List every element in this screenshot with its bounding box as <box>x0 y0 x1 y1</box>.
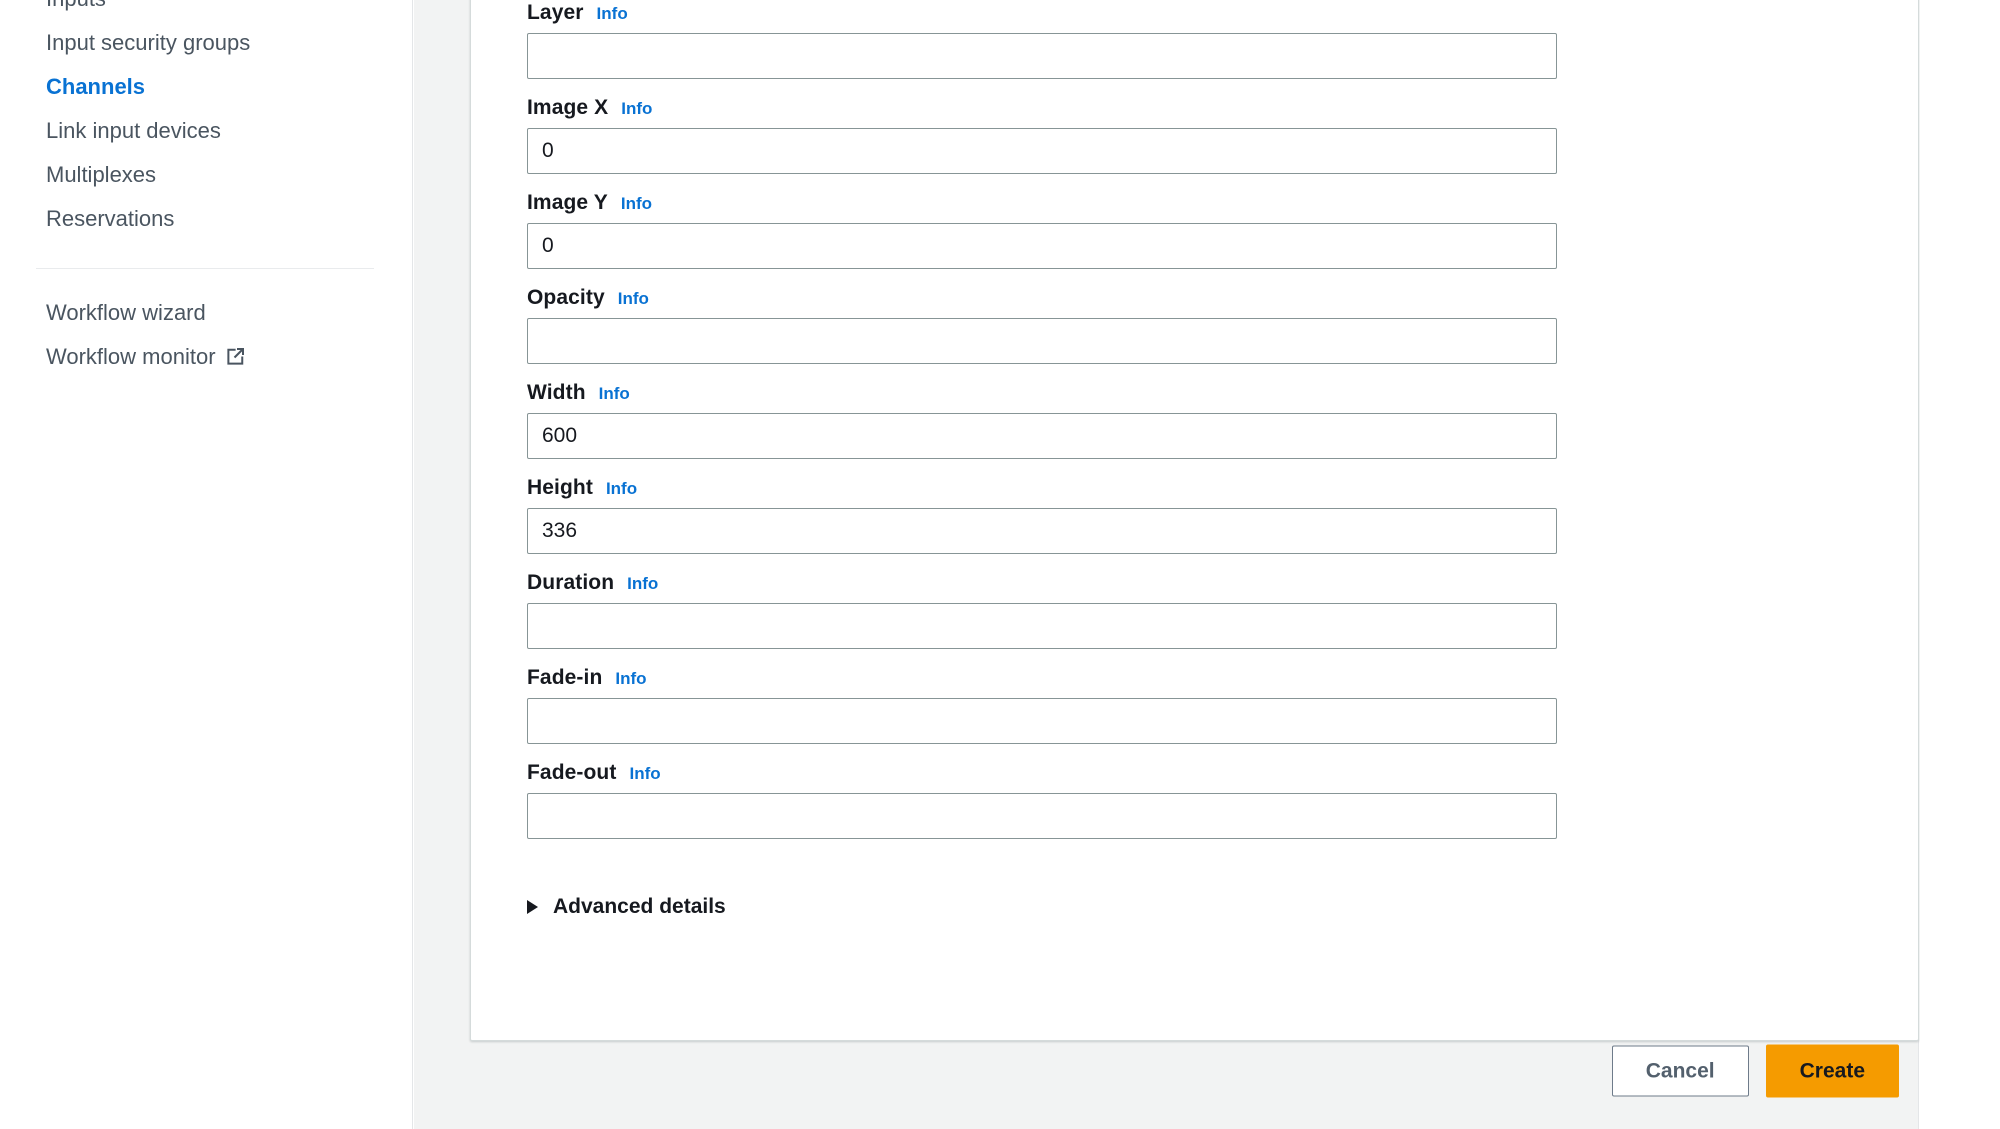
field-label-row: Fade-in Info <box>527 666 1918 690</box>
create-button[interactable]: Create <box>1765 1044 1899 1098</box>
form-field-duration: Duration Info <box>471 571 1918 649</box>
external-link-icon <box>225 347 245 367</box>
sidebar-item-channels[interactable]: Channels <box>0 65 412 109</box>
form-field-image-x: Image X Info <box>471 96 1918 174</box>
advanced-details-label: Advanced details <box>553 895 726 918</box>
image-y-info-link[interactable]: Info <box>621 194 652 214</box>
fade-out-input[interactable] <box>527 793 1557 839</box>
field-label-row: Opacity Info <box>527 286 1918 310</box>
field-label-row: Fade-out Info <box>527 761 1918 785</box>
channel-settings-form-card: Layer Info Image X Info Image Y Info Opacity In… <box>470 0 1919 1041</box>
image-y-input[interactable] <box>527 223 1557 269</box>
duration-label: Duration <box>527 571 615 594</box>
right-gutter <box>1920 0 2000 1129</box>
sidebar-item-input-security-groups[interactable]: Input security groups <box>0 21 412 65</box>
chevron-right-icon <box>527 900 538 914</box>
sidebar-item-workflow-monitor[interactable]: Workflow monitor <box>0 335 412 379</box>
width-label: Width <box>527 381 586 404</box>
field-label-row: Width Info <box>527 381 1918 405</box>
field-label-row: Layer Info <box>527 1 1918 25</box>
layer-label: Layer <box>527 1 584 24</box>
opacity-input[interactable] <box>527 318 1557 364</box>
sidebar-item-label: Workflow wizard <box>46 300 206 325</box>
form-field-layer: Layer Info <box>471 1 1918 79</box>
form-field-height: Height Info <box>471 476 1918 554</box>
width-info-link[interactable]: Info <box>599 384 630 404</box>
sidebar-item-link-input-devices[interactable]: Link input devices <box>0 109 412 153</box>
image-x-info-link[interactable]: Info <box>621 99 652 119</box>
image-x-label: Image X <box>527 96 609 119</box>
sidebar-secondary-nav: Workflow wizard Workflow monitor <box>0 291 412 379</box>
sidebar-item-inputs[interactable]: Inputs <box>0 0 412 21</box>
field-label-row: Height Info <box>527 476 1918 500</box>
sidebar-item-multiplexes[interactable]: Multiplexes <box>0 153 412 197</box>
form-fields-container: Layer Info Image X Info Image Y Info Opacity In… <box>471 0 1918 839</box>
form-field-fade-out: Fade-out Info <box>471 761 1918 839</box>
field-label-row: Image X Info <box>527 96 1918 120</box>
form-field-width: Width Info <box>471 381 1918 459</box>
height-label: Height <box>527 476 593 499</box>
form-field-fade-in: Fade-in Info <box>471 666 1918 744</box>
sidebar-item-reservations[interactable]: Reservations <box>0 197 412 241</box>
form-field-opacity: Opacity Info <box>471 286 1918 364</box>
layer-info-link[interactable]: Info <box>597 4 628 24</box>
sidebar-item-workflow-wizard[interactable]: Workflow wizard <box>0 291 412 335</box>
width-input[interactable] <box>527 413 1557 459</box>
form-field-image-y: Image Y Info <box>471 191 1918 269</box>
opacity-info-link[interactable]: Info <box>618 289 649 309</box>
fade-in-info-link[interactable]: Info <box>615 669 646 689</box>
fade-in-input[interactable] <box>527 698 1557 744</box>
image-y-label: Image Y <box>527 191 608 214</box>
fade-out-info-link[interactable]: Info <box>629 764 660 784</box>
sidebar: InputsInput security groupsChannelsLink … <box>0 0 413 1129</box>
image-x-input[interactable] <box>527 128 1557 174</box>
height-input[interactable] <box>527 508 1557 554</box>
page-root: InputsInput security groupsChannelsLink … <box>0 0 2000 1129</box>
field-label-row: Image Y Info <box>527 191 1918 215</box>
sidebar-divider <box>36 268 374 269</box>
opacity-label: Opacity <box>527 286 605 309</box>
main-content: Layer Info Image X Info Image Y Info Opacity In… <box>414 0 1919 1129</box>
fade-in-label: Fade-in <box>527 666 603 689</box>
duration-input[interactable] <box>527 603 1557 649</box>
height-info-link[interactable]: Info <box>606 479 637 499</box>
sidebar-item-label: Workflow monitor <box>46 344 216 369</box>
form-footer-actions: Cancel Create <box>1611 1044 1899 1098</box>
sidebar-primary-nav: InputsInput security groupsChannelsLink … <box>0 0 412 241</box>
fade-out-label: Fade-out <box>527 761 617 784</box>
advanced-details-expander[interactable]: Advanced details <box>471 895 726 919</box>
layer-input[interactable] <box>527 33 1557 79</box>
duration-info-link[interactable]: Info <box>627 574 658 594</box>
cancel-button[interactable]: Cancel <box>1611 1045 1749 1097</box>
field-label-row: Duration Info <box>527 571 1918 595</box>
